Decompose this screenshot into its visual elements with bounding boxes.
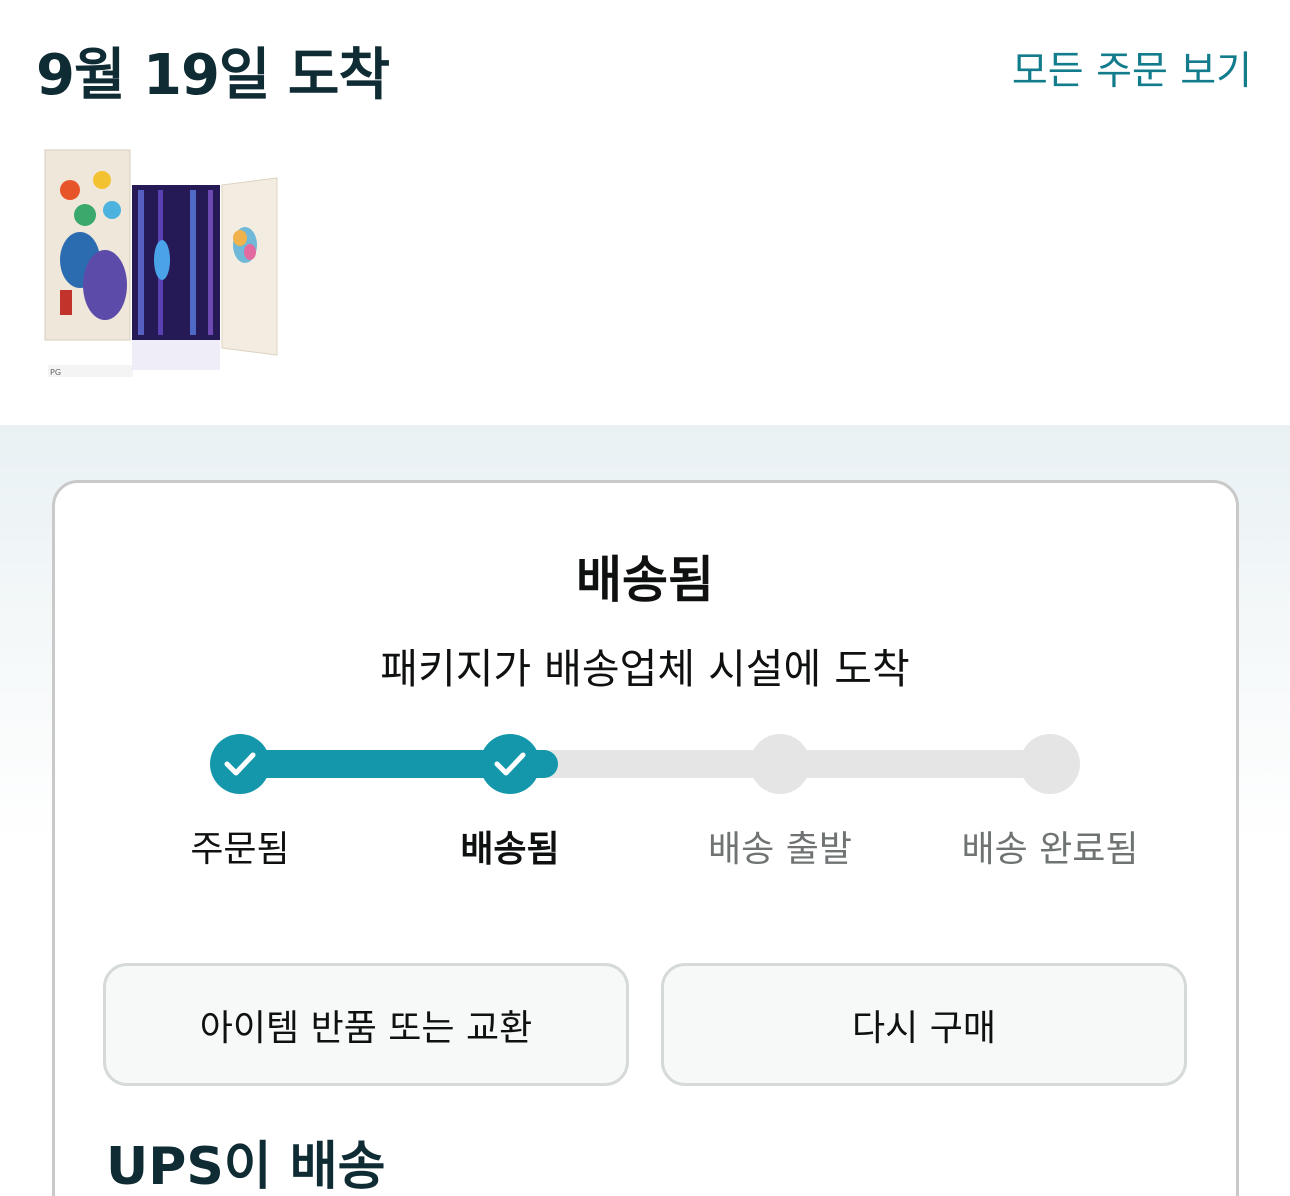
step-label-shipped: 배송됨: [460, 829, 560, 870]
view-all-orders-link[interactable]: 모든 주문 보기: [1012, 40, 1252, 96]
order-header: 9월 19일 도착 모든 주문 보기 PG: [0, 0, 1290, 425]
product-image[interactable]: PG: [40, 140, 285, 390]
step-out-for-delivery-dot: [750, 734, 810, 794]
shipment-status-detail: 패키지가 배송업체 시설에 도착: [380, 645, 910, 693]
svg-text:PG: PG: [50, 368, 61, 377]
return-or-exchange-button[interactable]: 아이템 반품 또는 교환: [103, 963, 629, 1086]
buy-again-button[interactable]: 다시 구매: [661, 963, 1187, 1086]
carrier-heading: UPS이 배송: [106, 1137, 386, 1196]
arrival-date-title: 9월 19일 도착: [36, 43, 390, 108]
shipment-status-title: 배송됨: [576, 551, 714, 609]
step-label-out-for-delivery: 배송 출발: [708, 829, 852, 870]
step-ordered-check-icon: [210, 734, 270, 794]
step-shipped-check-icon: [480, 734, 540, 794]
step-label-delivered: 배송 완료됨: [961, 829, 1139, 870]
step-delivered-dot: [1020, 734, 1080, 794]
step-label-ordered: 주문됨: [190, 829, 290, 870]
